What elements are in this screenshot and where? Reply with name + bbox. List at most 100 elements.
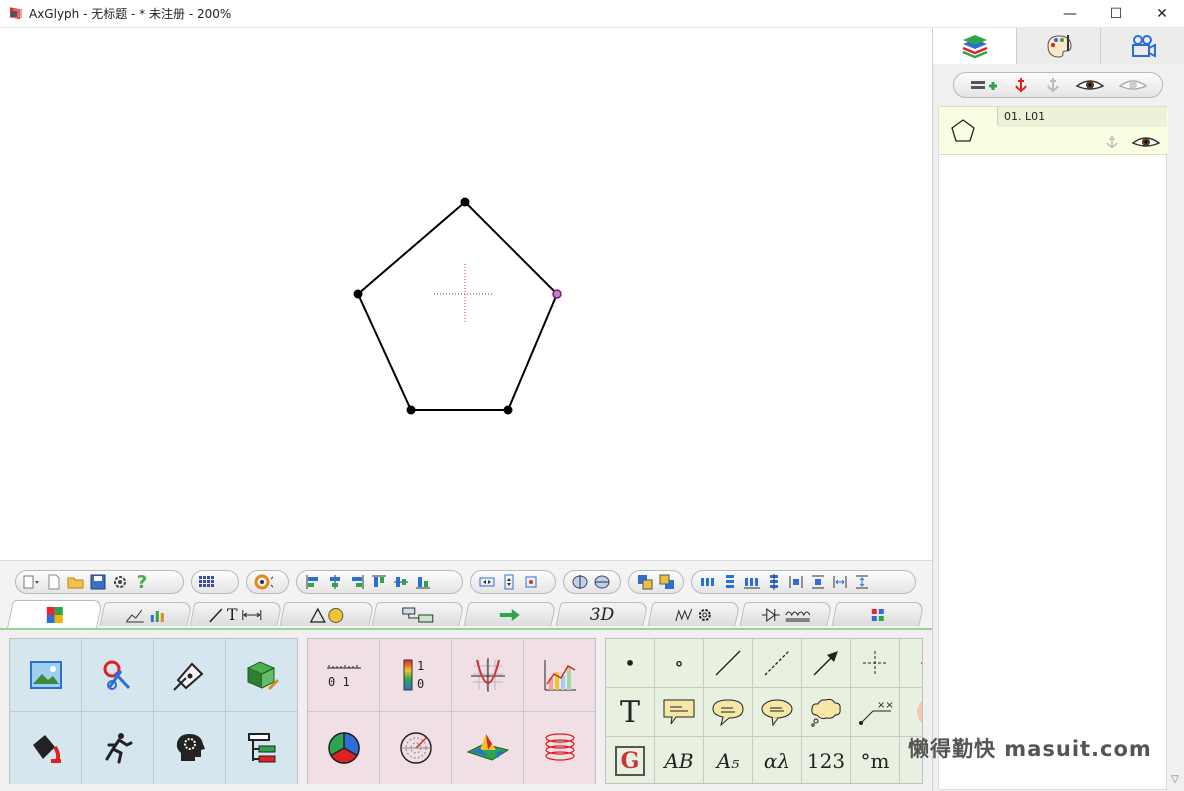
align-left-button[interactable] <box>303 572 323 592</box>
align-middle-button[interactable] <box>391 572 411 592</box>
vertex-handle-left[interactable] <box>353 289 363 299</box>
align-bottom-button[interactable] <box>413 572 433 592</box>
tree-tool[interactable] <box>226 712 297 784</box>
surface-3d-tool[interactable] <box>452 712 523 784</box>
callout-rect-symbol[interactable] <box>655 688 703 736</box>
undo-redo-button[interactable] <box>253 572 273 592</box>
script-tool[interactable] <box>154 712 225 784</box>
size-h-button[interactable] <box>786 572 806 592</box>
align-right-button[interactable] <box>347 572 367 592</box>
ruler-axis-icon: 0 1 <box>326 665 361 689</box>
hollow-dot-symbol[interactable]: ∘ <box>655 639 703 687</box>
distribute-v-button[interactable] <box>720 572 740 592</box>
tab-animation[interactable] <box>1101 28 1184 64</box>
align-top-button[interactable] <box>369 572 389 592</box>
tab-flowchart[interactable] <box>371 602 465 626</box>
animation-tool[interactable] <box>82 712 153 784</box>
new-file-button[interactable] <box>44 572 64 592</box>
vertex-handle-top[interactable] <box>460 197 470 207</box>
tab-charts[interactable] <box>99 602 193 626</box>
help-button[interactable]: ? <box>132 572 152 593</box>
pen-tool[interactable] <box>154 639 225 711</box>
anchor-layer-button[interactable] <box>1011 75 1031 95</box>
open-button[interactable] <box>66 572 86 592</box>
tab-general[interactable] <box>7 600 103 628</box>
glyph-edit-tool[interactable] <box>226 639 297 711</box>
mirror-h-button[interactable] <box>570 572 590 592</box>
vertex-handle-bottom-left[interactable] <box>406 405 416 415</box>
polar-chart-tool[interactable] <box>380 712 451 784</box>
unit-symbol[interactable]: °m <box>851 737 899 783</box>
stretch-v-button[interactable] <box>852 572 872 592</box>
line-symbol[interactable] <box>704 639 752 687</box>
paint-bucket-tool[interactable] <box>10 712 81 784</box>
function-plot-tool[interactable] <box>452 639 523 711</box>
tab-custom[interactable] <box>831 602 925 626</box>
dashed-line-symbol[interactable] <box>753 639 801 687</box>
pentagon-shape[interactable] <box>356 200 559 411</box>
vertex-handle-bottom-right[interactable] <box>503 405 513 415</box>
center-button[interactable] <box>521 572 541 592</box>
distribute-h-button[interactable] <box>698 572 718 592</box>
pie-chart-tool[interactable] <box>308 712 379 784</box>
tab-line-text[interactable]: T <box>189 602 283 626</box>
arrow-symbol[interactable] <box>802 639 850 687</box>
stretch-h-button[interactable] <box>830 572 850 592</box>
anchor-layer-disabled-button[interactable] <box>1043 75 1063 95</box>
space-h-button[interactable] <box>742 572 762 592</box>
layer-anchor-icon[interactable] <box>1104 134 1120 150</box>
size-v-button[interactable] <box>808 572 828 592</box>
subscript-symbol[interactable]: A₅ <box>704 737 752 783</box>
flip-vertical-button[interactable] <box>499 572 519 592</box>
layer-row[interactable]: 01. L01 <box>939 107 1168 155</box>
close-button[interactable]: ✕ <box>1139 0 1184 28</box>
italic-text-symbol[interactable]: AB <box>655 737 703 783</box>
callout-round-symbol[interactable] <box>704 688 752 736</box>
add-layer-button[interactable] <box>968 75 998 95</box>
bring-front-button[interactable] <box>635 572 655 592</box>
scroll-down-arrow-icon[interactable]: ▽ <box>1167 771 1183 787</box>
crosshair-symbol[interactable] <box>851 639 899 687</box>
corner-symbol[interactable] <box>900 639 922 687</box>
tab-arrows[interactable] <box>463 602 557 626</box>
scissors-tool[interactable] <box>82 639 153 711</box>
new-file-icon <box>48 574 60 590</box>
dot-symbol[interactable]: • <box>606 639 654 687</box>
text-symbol[interactable]: T <box>606 688 654 736</box>
tab-3d[interactable]: 3D <box>555 602 649 626</box>
tab-shapes[interactable] <box>279 602 375 626</box>
greek-symbol[interactable]: αλ <box>753 737 801 783</box>
helix-3d-tool[interactable] <box>524 712 595 784</box>
save-button[interactable] <box>88 572 108 592</box>
callout-cloud-symbol[interactable] <box>802 688 850 736</box>
drawing-canvas[interactable] <box>0 28 932 560</box>
tab-mechanics[interactable] <box>647 602 741 626</box>
align-center-button[interactable] <box>325 572 345 592</box>
leader-line-symbol[interactable]: ×× <box>851 688 899 736</box>
hide-layer-button[interactable] <box>1118 75 1148 95</box>
ruler-axis-tool[interactable]: 0 1 <box>308 639 379 711</box>
vertex-handle-right-selected[interactable] <box>552 289 562 299</box>
grid-button[interactable] <box>198 572 218 592</box>
flip-horizontal-button[interactable] <box>477 572 497 592</box>
mirror-v-button[interactable] <box>592 572 612 592</box>
send-back-button[interactable] <box>657 572 677 592</box>
settings-button[interactable] <box>110 572 130 592</box>
data-chart-tool[interactable] <box>524 639 595 711</box>
tab-circuits[interactable] <box>739 602 833 626</box>
new-menu-button[interactable] <box>22 572 42 592</box>
colorbar-tool[interactable]: 10 <box>380 639 451 711</box>
maximize-button[interactable]: ☐ <box>1093 0 1139 28</box>
space-v-button[interactable] <box>764 572 784 592</box>
tab-styles[interactable] <box>1017 28 1101 64</box>
layer-visible-eye-icon[interactable] <box>1131 134 1161 150</box>
image-tool[interactable] <box>10 639 81 711</box>
number-symbol[interactable]: 123 <box>802 737 850 783</box>
tab-layers[interactable] <box>933 28 1017 64</box>
callout-oval-symbol[interactable] <box>753 688 801 736</box>
number-badge-symbol[interactable]: 5 <box>900 688 922 736</box>
show-layer-button[interactable] <box>1075 75 1105 95</box>
glyph-symbol[interactable]: G <box>606 737 654 783</box>
minimize-button[interactable]: — <box>1047 0 1093 28</box>
greek-label: αλ <box>763 749 791 773</box>
